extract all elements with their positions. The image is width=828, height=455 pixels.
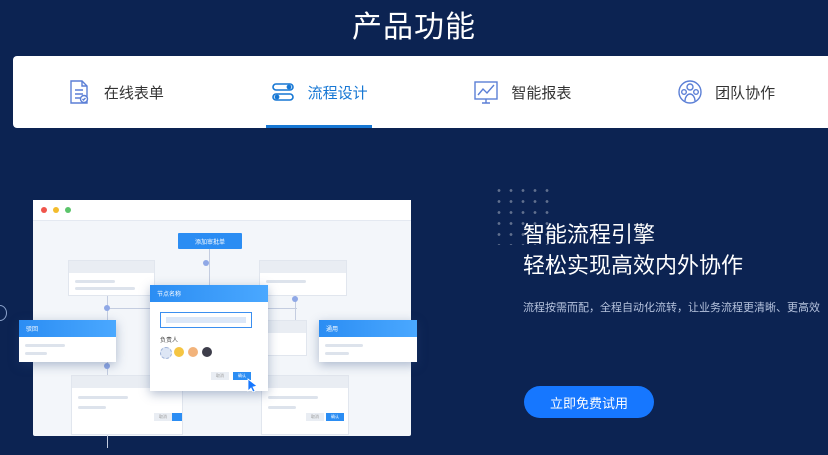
tab-label: 流程设计: [307, 83, 368, 102]
flow-node: [259, 260, 347, 296]
feature-headline: 智能流程引擎 轻松实现高效内外协作: [523, 220, 743, 282]
tab-smart-report[interactable]: 智能报表: [421, 56, 625, 128]
team-people-icon: [678, 80, 702, 104]
tab-label: 在线表单: [103, 83, 164, 102]
tab-label: 智能报表: [511, 83, 572, 102]
avatar: [188, 347, 198, 357]
connector-dot: [104, 363, 110, 369]
window-dot-green: [65, 207, 71, 213]
avatar: [174, 347, 184, 357]
mini-confirm: 确认: [326, 413, 344, 421]
tab-online-form[interactable]: 在线表单: [13, 56, 217, 128]
flow-node: 取消 确认: [261, 375, 349, 435]
avatar: [202, 347, 212, 357]
edge-glyph: [0, 305, 7, 321]
tab-label: 团队协作: [715, 83, 776, 102]
connector-dot: [292, 296, 298, 302]
workflow-illustration: 添加审批单 取消 取消 确认 驳回 通用 节点名称 负责人 取消 确认: [19, 200, 417, 448]
section-title: 产品功能: [352, 10, 476, 45]
node-settings-card: 节点名称 负责人 取消 确认: [150, 285, 268, 392]
mini-cancel: 取消: [211, 372, 229, 380]
add-approver-button: 添加审批单: [178, 233, 242, 249]
connector-dot: [104, 305, 110, 311]
avatar: [160, 347, 172, 359]
mini-cancel: 取消: [154, 413, 172, 421]
flow-node: [68, 260, 155, 296]
chart-report-icon: [474, 81, 499, 104]
free-trial-button[interactable]: 立即免费试用: [524, 386, 654, 418]
general-card-title: 通用: [319, 320, 417, 337]
headline-line-2: 轻松实现高效内外协作: [523, 254, 744, 279]
workflow-toggle-icon: [271, 83, 294, 101]
window-titlebar: [33, 200, 411, 221]
mini-cancel: 取消: [306, 413, 324, 421]
reject-card-title: 驳回: [19, 320, 116, 337]
window-dot-yellow: [53, 207, 59, 213]
general-card: 通用: [319, 320, 417, 362]
tab-workflow-design[interactable]: 流程设计: [217, 56, 421, 128]
owner-label: 负责人: [160, 337, 179, 344]
window-dot-red: [41, 207, 47, 213]
reject-card: 驳回: [19, 320, 116, 362]
feature-description: 流程按需而配，全程自动化流转，让业务流程更清晰、更高效: [523, 301, 820, 314]
feature-tabs: 在线表单 流程设计 智能报表 团队协作: [13, 56, 828, 128]
tab-team-collaboration[interactable]: 团队协作: [624, 56, 828, 128]
form-document-icon: [70, 80, 89, 104]
flow-node: [263, 320, 307, 356]
cursor-arrow-icon: [247, 378, 258, 392]
connector-dot: [203, 260, 209, 266]
node-name-input: [160, 312, 252, 328]
headline-line-1: 智能流程引擎: [523, 223, 656, 248]
node-card-title: 节点名称: [150, 285, 268, 302]
